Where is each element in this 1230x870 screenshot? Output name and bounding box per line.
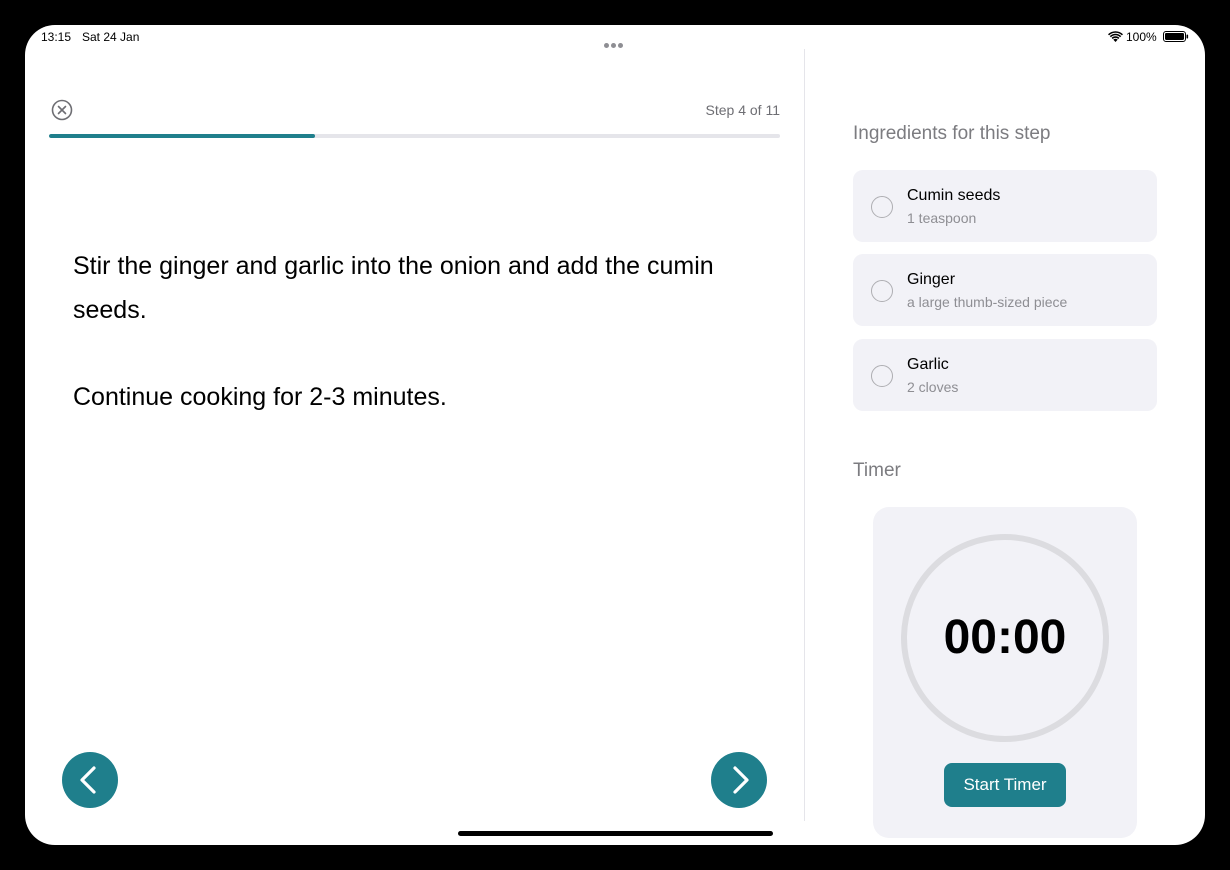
start-timer-button[interactable]: Start Timer [944, 763, 1066, 807]
step-counter: Step 4 of 11 [705, 102, 780, 118]
battery-icon [1163, 31, 1189, 42]
ingredient-quantity: 2 cloves [907, 379, 959, 395]
wifi-icon [1108, 31, 1123, 42]
step-progress-bar [49, 134, 780, 138]
ingredient-item[interactable]: Garlic 2 cloves [853, 339, 1157, 411]
checkbox-circle-icon[interactable] [871, 365, 893, 387]
next-step-button[interactable] [711, 752, 767, 808]
step-instructions: Stir the ginger and garlic into the onio… [73, 244, 753, 419]
battery-percent: 100% [1126, 30, 1157, 44]
ingredient-item[interactable]: Cumin seeds 1 teaspoon [853, 170, 1157, 242]
status-bar: 13:15 Sat 24 Jan 100% [25, 25, 1205, 49]
screen: 13:15 Sat 24 Jan 100% Step 4 of 11 Stir … [25, 25, 1205, 845]
timer-card: 00:00 Start Timer [873, 507, 1137, 838]
close-icon[interactable] [51, 99, 73, 121]
step-progress-fill [49, 134, 316, 138]
tablet-frame: 13:15 Sat 24 Jan 100% Step 4 of 11 Stir … [0, 0, 1230, 870]
ingredient-name: Cumin seeds [907, 187, 1001, 204]
status-date: Sat 24 Jan [82, 30, 140, 44]
home-indicator[interactable] [458, 831, 773, 836]
timer-heading: Timer [853, 460, 901, 481]
chevron-left-icon [80, 766, 96, 794]
checkbox-circle-icon[interactable] [871, 280, 893, 302]
instruction-paragraph: Stir the ginger and garlic into the onio… [73, 252, 714, 324]
ingredient-name: Ginger [907, 271, 956, 288]
multitasking-dots-icon[interactable] [604, 35, 626, 48]
ingredient-item[interactable]: Ginger a large thumb-sized piece [853, 254, 1157, 326]
ingredient-quantity: a large thumb-sized piece [907, 294, 1068, 310]
ingredient-quantity: 1 teaspoon [907, 210, 977, 226]
instruction-paragraph: Continue cooking for 2-3 minutes. [73, 383, 447, 411]
step-panel: Step 4 of 11 Stir the ginger and garlic … [25, 49, 805, 845]
chevron-right-icon [733, 766, 749, 794]
ingredient-name: Garlic [907, 356, 949, 373]
timer-display: 00:00 [943, 611, 1067, 664]
sidebar-panel: Ingredients for this step Cumin seeds 1 … [805, 49, 1205, 845]
checkbox-circle-icon[interactable] [871, 196, 893, 218]
previous-step-button[interactable] [62, 752, 118, 808]
ingredients-heading: Ingredients for this step [853, 123, 1051, 144]
status-time: 13:15 [41, 30, 72, 44]
